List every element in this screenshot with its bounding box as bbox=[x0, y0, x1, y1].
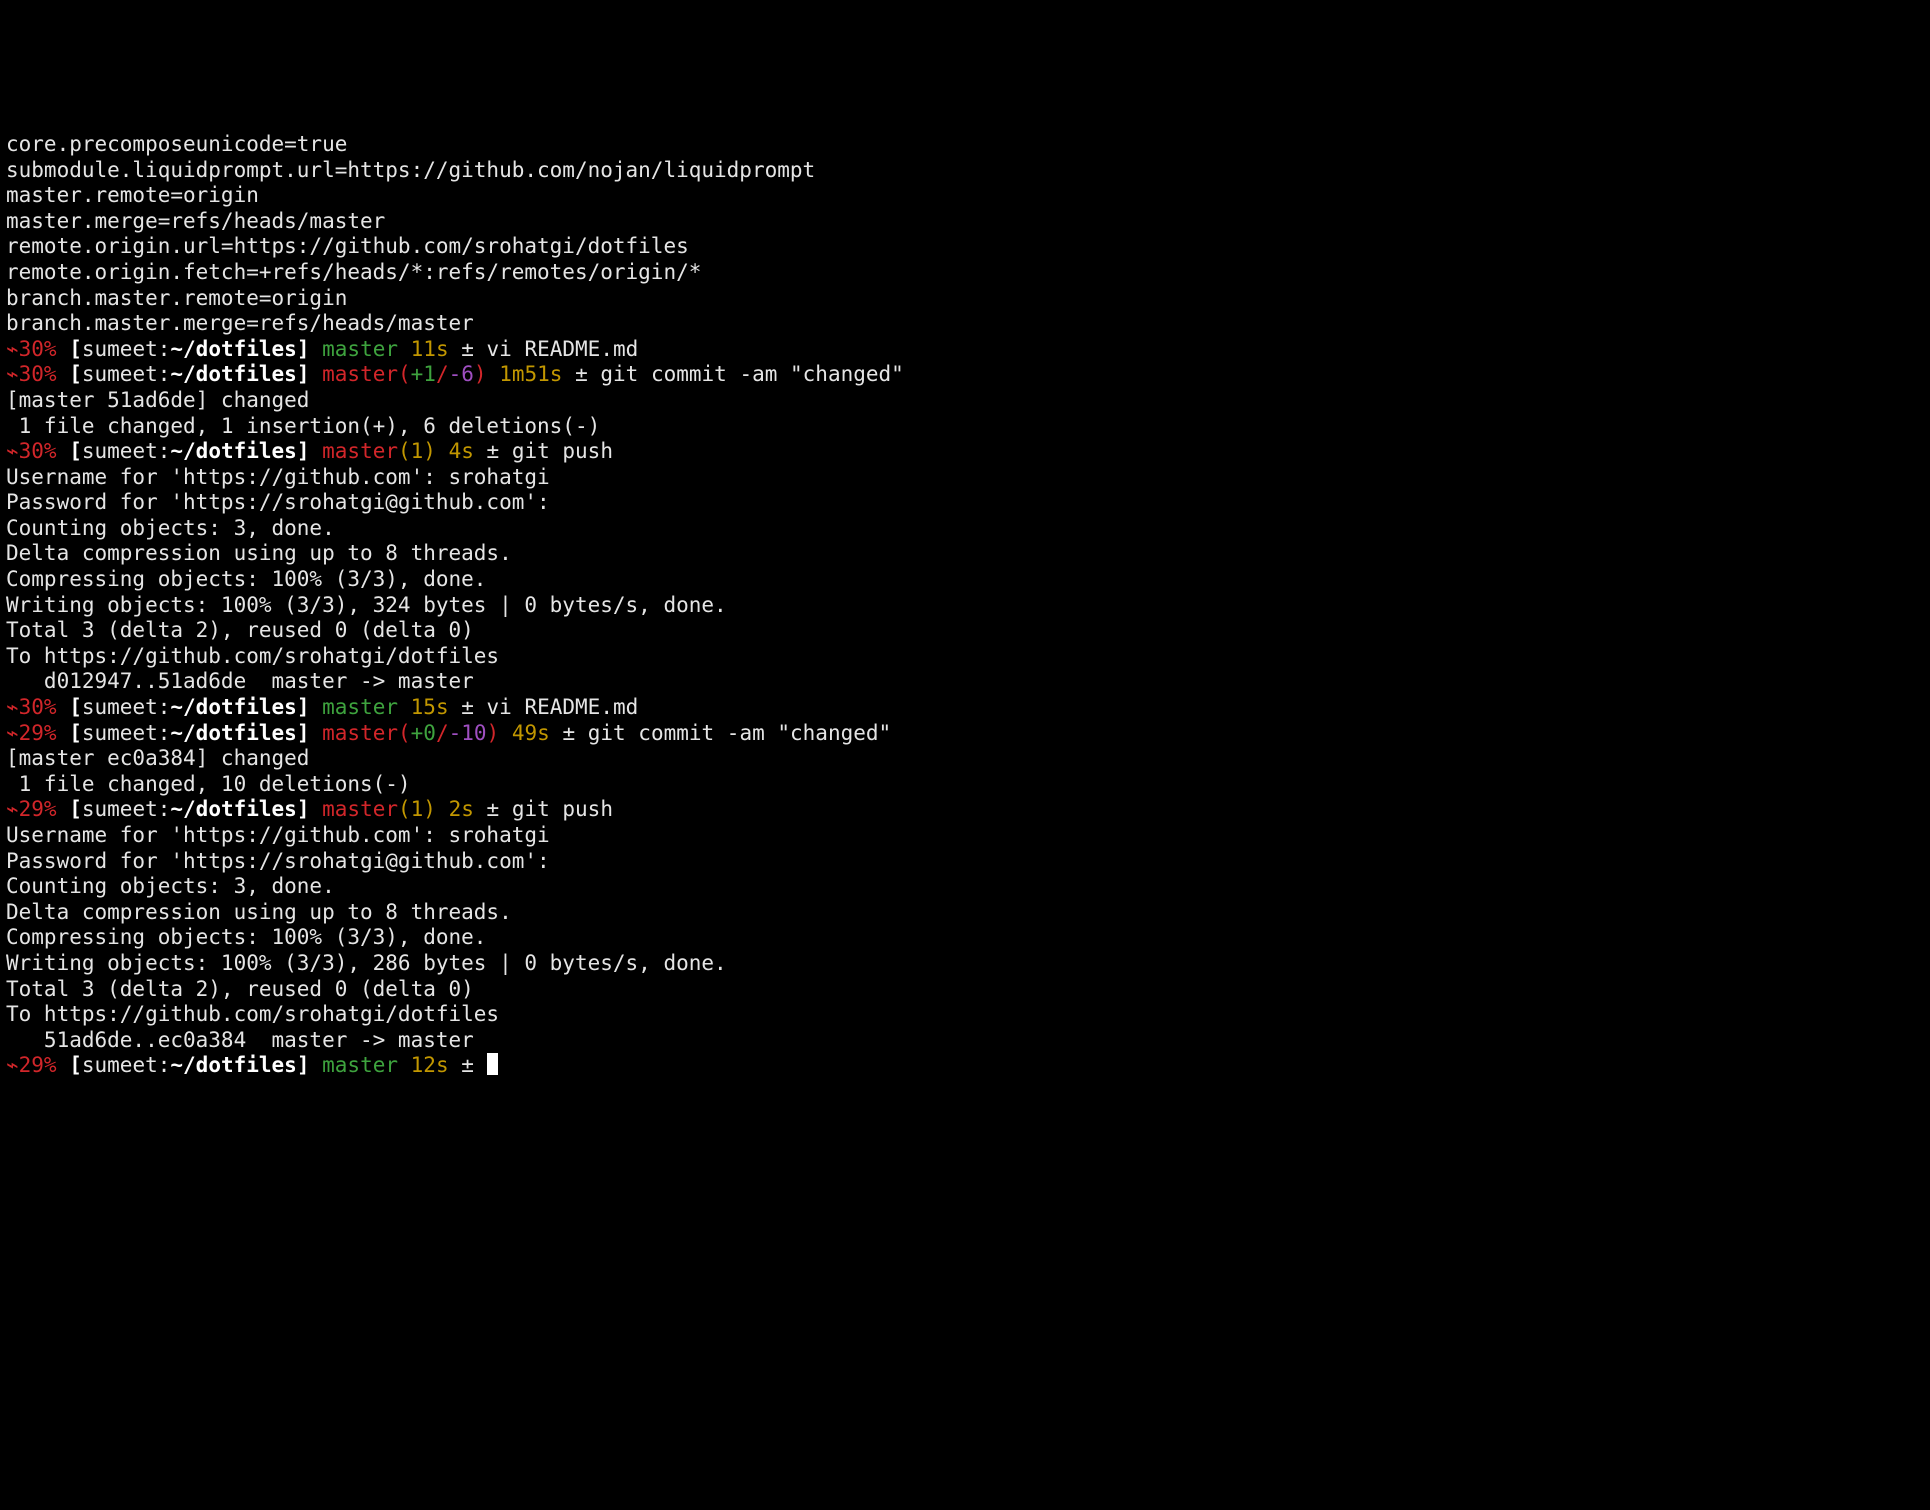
command-text: git push bbox=[512, 797, 613, 821]
prompt-line: ⌁29% [sumeet:~/dotfiles] master(+0/-10) … bbox=[6, 721, 1924, 747]
cmd-duration: 4s bbox=[449, 439, 474, 463]
cmd-duration: 12s bbox=[411, 1053, 449, 1077]
git-branch: master bbox=[322, 1053, 398, 1077]
battery-indicator: ⌁30% bbox=[6, 439, 57, 463]
prompt-path: ~/dotfiles bbox=[170, 439, 296, 463]
prompt-line: ⌁30% [sumeet:~/dotfiles] master 15s ± vi… bbox=[6, 695, 1924, 721]
battery-indicator: ⌁29% bbox=[6, 1053, 57, 1077]
prompt-user: sumeet bbox=[82, 797, 158, 821]
command-text: git commit -am "changed" bbox=[588, 721, 891, 745]
diff-minus: -6 bbox=[449, 362, 474, 386]
battery-indicator: ⌁30% bbox=[6, 695, 57, 719]
prompt-line: ⌁29% [sumeet:~/dotfiles] master(1) 2s ± … bbox=[6, 797, 1924, 823]
cmd-duration: 2s bbox=[449, 797, 474, 821]
terminal[interactable]: core.precomposeunicode=true submodule.li… bbox=[0, 128, 1930, 1083]
diff-plus: +1 bbox=[411, 362, 436, 386]
prompt-path: ~/dotfiles bbox=[170, 695, 296, 719]
battery-indicator: ⌁29% bbox=[6, 797, 57, 821]
prompt-path: ~/dotfiles bbox=[170, 337, 296, 361]
prompt-line: ⌁30% [sumeet:~/dotfiles] master(+1/-6) 1… bbox=[6, 362, 1924, 388]
prompt-user: sumeet bbox=[82, 362, 158, 386]
prompt-user: sumeet bbox=[82, 337, 158, 361]
battery-indicator: ⌁30% bbox=[6, 337, 57, 361]
prompt-user: sumeet bbox=[82, 721, 158, 745]
prompt-user: sumeet bbox=[82, 1053, 158, 1077]
cmd-duration: 49s bbox=[512, 721, 550, 745]
prompt-user: sumeet bbox=[82, 695, 158, 719]
prompt-path: ~/dotfiles bbox=[170, 797, 296, 821]
config-line: remote.origin.url=https://github.com/sro… bbox=[6, 234, 689, 258]
config-line: branch.master.merge=refs/heads/master bbox=[6, 311, 474, 335]
git-branch: master bbox=[322, 439, 398, 463]
git-branch: master bbox=[322, 797, 398, 821]
config-line: remote.origin.fetch=+refs/heads/*:refs/r… bbox=[6, 260, 701, 284]
prompt-line-active[interactable]: ⌁29% [sumeet:~/dotfiles] master 12s ± bbox=[6, 1053, 1924, 1079]
git-config-output: core.precomposeunicode=true submodule.li… bbox=[6, 132, 1924, 337]
push-output: Username for 'https://github.com': sroha… bbox=[6, 465, 1924, 695]
prompt-path: ~/dotfiles bbox=[170, 721, 296, 745]
cmd-duration: 11s bbox=[411, 337, 449, 361]
prompt-path: ~/dotfiles bbox=[170, 362, 296, 386]
prompt-path: ~/dotfiles bbox=[170, 1053, 296, 1077]
prompt-user: sumeet bbox=[82, 439, 158, 463]
git-branch: master bbox=[322, 695, 398, 719]
commit-output: [master 51ad6de] changed 1 file changed,… bbox=[6, 388, 1924, 439]
cursor-icon bbox=[487, 1053, 498, 1075]
git-branch: master bbox=[322, 337, 398, 361]
diff-minus: -10 bbox=[449, 721, 487, 745]
config-line: submodule.liquidprompt.url=https://githu… bbox=[6, 158, 815, 182]
config-line: master.remote=origin bbox=[6, 183, 259, 207]
prompt-line: ⌁30% [sumeet:~/dotfiles] master 11s ± vi… bbox=[6, 337, 1924, 363]
command-text: git push bbox=[512, 439, 613, 463]
config-line: branch.master.remote=origin bbox=[6, 286, 347, 310]
command-text: git commit -am "changed" bbox=[600, 362, 903, 386]
push-output: Username for 'https://github.com': sroha… bbox=[6, 823, 1924, 1053]
prompt-line: ⌁30% [sumeet:~/dotfiles] master(1) 4s ± … bbox=[6, 439, 1924, 465]
commit-output: [master ec0a384] changed 1 file changed,… bbox=[6, 746, 1924, 797]
config-line: master.merge=refs/heads/master bbox=[6, 209, 385, 233]
command-text: vi README.md bbox=[487, 337, 639, 361]
cmd-duration: 1m51s bbox=[499, 362, 562, 386]
battery-indicator: ⌁30% bbox=[6, 362, 57, 386]
ahead-count: (1) bbox=[398, 797, 436, 821]
git-branch: master bbox=[322, 721, 398, 745]
battery-indicator: ⌁29% bbox=[6, 721, 57, 745]
ahead-count: (1) bbox=[398, 439, 436, 463]
command-text: vi README.md bbox=[487, 695, 639, 719]
config-line: core.precomposeunicode=true bbox=[6, 132, 347, 156]
git-branch: master bbox=[322, 362, 398, 386]
cmd-duration: 15s bbox=[411, 695, 449, 719]
diff-plus: +0 bbox=[411, 721, 436, 745]
